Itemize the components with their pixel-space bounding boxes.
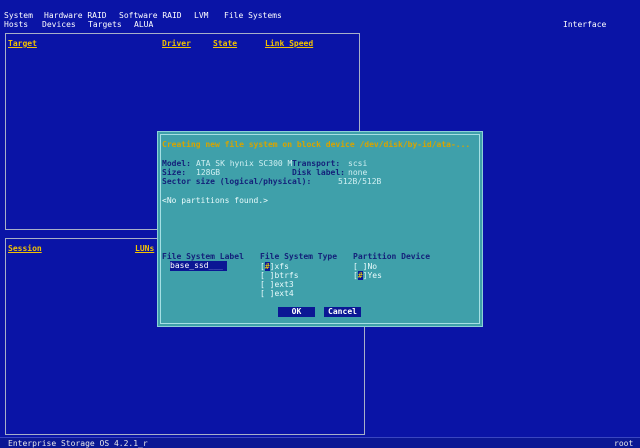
radio-mark-icon: #	[264, 262, 270, 271]
menu-lvm[interactable]: LVM	[194, 11, 208, 20]
status-left: Enterprise Storage OS 4.2.1_r	[8, 439, 148, 448]
partition-device-header: Partition Device	[353, 252, 431, 261]
ok-button[interactable]: OK	[278, 307, 315, 317]
session-col-session: Session	[8, 244, 42, 253]
menu-file-systems[interactable]: File Systems	[224, 11, 282, 20]
radio-mark-icon: #	[357, 271, 363, 280]
sector-size-value: 512B/512B	[338, 177, 382, 186]
fs-type-header: File System Type	[260, 252, 338, 261]
menu-hardware-raid[interactable]: Hardware RAID	[44, 11, 107, 20]
model-value: ATA SK hynix SC300 M	[196, 159, 293, 168]
menu-interface[interactable]: Interface	[563, 20, 606, 29]
cancel-button[interactable]: Cancel	[324, 307, 361, 317]
session-col-luns: LUNs	[135, 244, 155, 253]
disk-label-label: Disk label:	[292, 168, 345, 177]
size-label: Size:	[162, 168, 187, 177]
create-filesystem-dialog: Creating new file system on block device…	[157, 131, 483, 327]
fs-type-xfs[interactable]: [#]xfs	[260, 262, 289, 271]
fs-label-fill: ___	[208, 261, 223, 270]
targets-col-target: Target	[8, 39, 37, 48]
fs-label-header: File System Label	[162, 252, 244, 261]
menu-system[interactable]: System	[4, 11, 33, 20]
fs-label-value: base_ssd	[170, 261, 209, 270]
partition-yes[interactable]: [#]Yes	[353, 271, 382, 280]
fs-type-btrfs[interactable]: [ ]btrfs	[260, 271, 299, 280]
fs-label-input[interactable]: base_ssd___	[170, 261, 227, 271]
targets-col-link-speed: Link Speed	[265, 39, 314, 48]
fs-type-ext3[interactable]: [ ]ext3	[260, 280, 294, 289]
sector-size-label: Sector size (logical/physical):	[162, 177, 312, 186]
menu-targets[interactable]: Targets	[88, 20, 122, 29]
menu-software-raid[interactable]: Software RAID	[119, 11, 182, 20]
model-label: Model:	[162, 159, 191, 168]
menu-alua[interactable]: ALUA	[134, 20, 153, 29]
targets-col-state: State	[213, 39, 238, 48]
size-value: 128GB	[196, 168, 221, 177]
transport-value: scsi	[348, 159, 368, 168]
status-bar: Enterprise Storage OS 4.2.1_r root	[0, 437, 640, 448]
fs-type-ext4[interactable]: [ ]ext4	[260, 289, 294, 298]
dialog-title: Creating new file system on block device…	[162, 140, 471, 149]
partitions-note: <No partitions found.>	[162, 196, 268, 205]
menu-hosts[interactable]: Hosts	[4, 20, 28, 29]
menu-devices[interactable]: Devices	[42, 20, 76, 29]
disk-label-value: none	[348, 168, 368, 177]
partition-no[interactable]: [ ]No	[353, 262, 377, 271]
status-user: root	[614, 439, 634, 448]
targets-col-driver: Driver	[162, 39, 191, 48]
transport-label: Transport:	[292, 159, 341, 168]
